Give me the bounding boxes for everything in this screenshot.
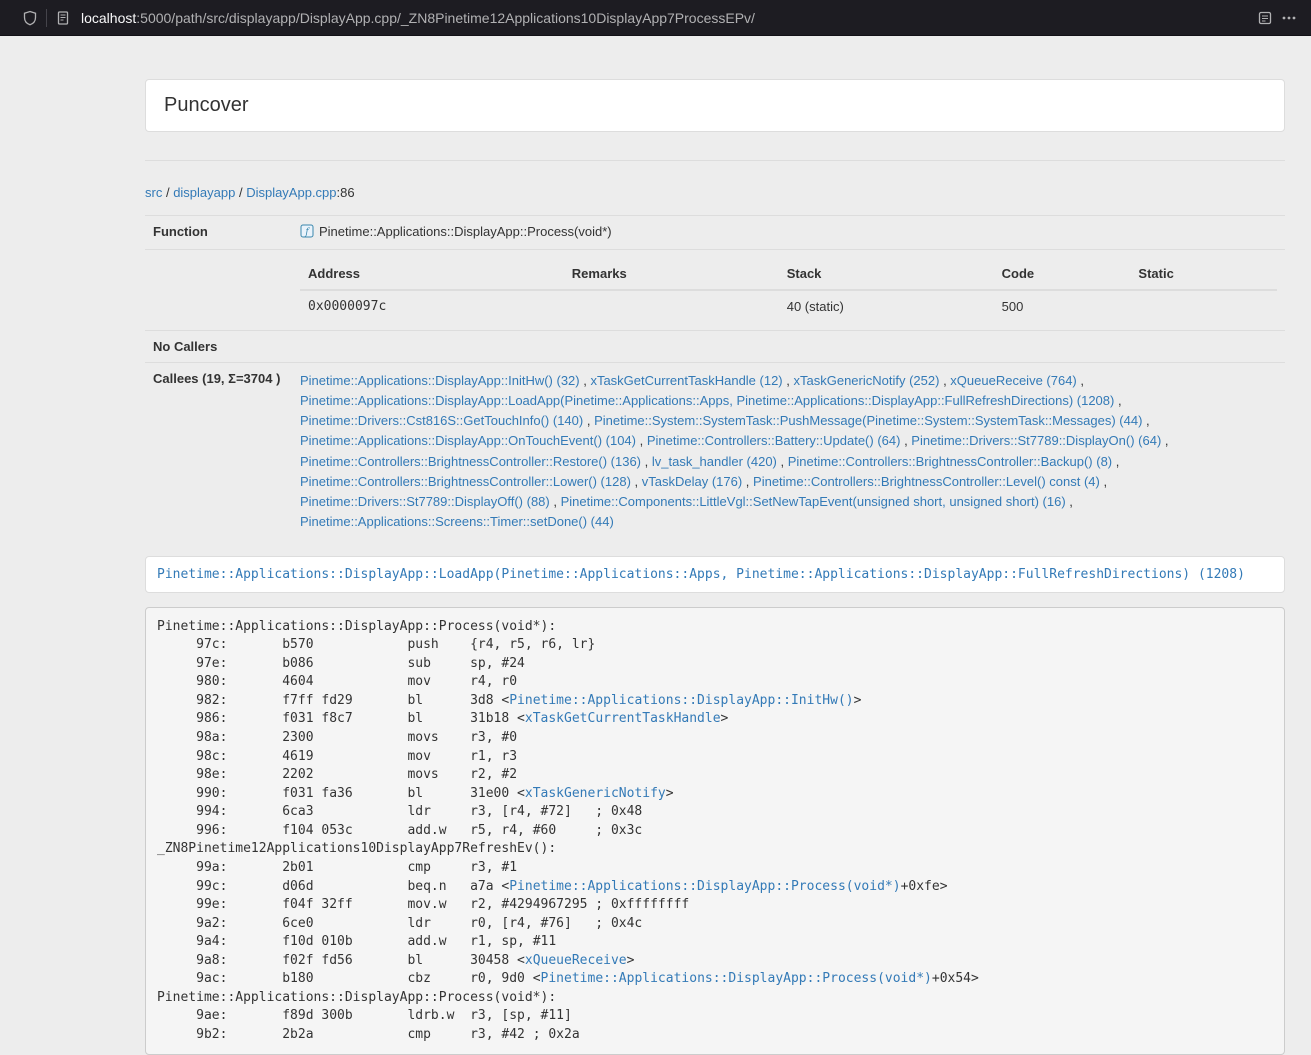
callee-link[interactable]: Pinetime::Drivers::St7789::DisplayOff() … [300,494,550,509]
urlbar[interactable]: localhost:5000/path/src/displayapp/Displ… [81,10,755,26]
url-path: :5000/path/src/displayapp/DisplayApp.cpp… [136,10,755,26]
page-title: Puncover [164,94,1266,117]
breadcrumb-separator: / [235,185,246,200]
main-content: Puncover src / displayapp / DisplayApp.c… [145,79,1285,1055]
callee-separator: , [939,373,950,388]
breadcrumb-link[interactable]: DisplayApp.cpp [246,185,336,200]
metrics-cell: AddressRemarksStackCodeStatic 0x0000097c… [292,250,1285,331]
page-info-icon[interactable] [55,10,71,26]
column-header: Remarks [564,258,779,290]
breadcrumb: src / displayapp / DisplayApp.cpp:86 [145,185,1285,200]
callee-link[interactable]: xTaskGetCurrentTaskHandle (12) [590,373,782,388]
highlighted-callee-link[interactable]: Pinetime::Applications::DisplayApp::Load… [157,567,1245,582]
highlighted-callee-panel: Pinetime::Applications::DisplayApp::Load… [145,556,1285,593]
function-name-cell: f Pinetime::Applications::DisplayApp::Pr… [292,216,1285,250]
callee-link[interactable]: vTaskDelay (176) [642,474,742,489]
metric-value: 500 [994,290,1131,322]
callee-separator: , [631,474,642,489]
no-callers-label: No Callers [145,331,292,363]
reader-mode-icon[interactable] [1257,10,1273,26]
tracking-protection-shield-icon[interactable] [22,10,38,26]
callees-row: Callees (19, Σ=3704 ) Pinetime::Applicat… [145,363,1285,541]
metric-value: 0x0000097c [300,290,564,322]
disassembly-symbol-link[interactable]: Pinetime::Applications::DisplayApp::Proc… [541,971,932,986]
disassembly: Pinetime::Applications::DisplayApp::Proc… [145,607,1285,1055]
disassembly-symbol-link[interactable]: xTaskGetCurrentTaskHandle [525,711,721,726]
breadcrumb-link[interactable]: src [145,185,162,200]
callee-separator: , [1142,413,1149,428]
function-name: Pinetime::Applications::DisplayApp::Proc… [319,224,612,239]
page-actions-ellipsis-icon[interactable] [1281,10,1297,26]
callee-separator: , [742,474,753,489]
breadcrumb-link[interactable]: displayapp [173,185,235,200]
callee-separator: , [777,454,788,469]
column-header: Static [1130,258,1277,290]
callee-separator: , [783,373,794,388]
disassembly-symbol-link[interactable]: Pinetime::Applications::DisplayApp::Init… [509,693,853,708]
callee-separator: , [583,413,594,428]
callee-link[interactable]: Pinetime::Controllers::BrightnessControl… [300,454,641,469]
callee-link[interactable]: Pinetime::Controllers::BrightnessControl… [300,474,631,489]
callee-link[interactable]: Pinetime::Applications::DisplayApp::Init… [300,373,580,388]
disassembly-symbol-link[interactable]: Pinetime::Applications::DisplayApp::Proc… [509,879,900,894]
callees-label: Callees (19, Σ=3704 ) [145,363,292,541]
callee-separator: , [641,454,652,469]
no-callers-empty-cell [292,331,1285,363]
breadcrumb-line-number: :86 [337,185,355,200]
disassembly-symbol-link[interactable]: xQueueReceive [525,953,627,968]
callee-link[interactable]: Pinetime::Drivers::Cst816S::GetTouchInfo… [300,413,583,428]
callee-link[interactable]: Pinetime::Applications::DisplayApp::Load… [300,393,1114,408]
callees-list: Pinetime::Applications::DisplayApp::Init… [292,363,1285,541]
callee-link[interactable]: lv_task_handler (420) [652,454,777,469]
callee-link[interactable]: Pinetime::System::SystemTask::PushMessag… [594,413,1142,428]
column-header: Stack [779,258,994,290]
callee-separator: , [900,433,911,448]
metrics-header-row: AddressRemarksStackCodeStatic [300,258,1277,290]
site-header-panel: Puncover [145,79,1285,132]
callee-separator: , [550,494,561,509]
column-header: Address [300,258,564,290]
function-type-icon: f [300,224,314,241]
disassembly-symbol-link[interactable]: xTaskGenericNotify [525,786,666,801]
callee-link[interactable]: Pinetime::Components::LittleVgl::SetNewT… [561,494,1066,509]
callee-link[interactable]: Pinetime::Controllers::Battery::Update()… [647,433,901,448]
metric-value [564,290,779,322]
function-row: Function f Pinetime::Applications::Displ… [145,216,1285,250]
callee-link[interactable]: xTaskGenericNotify (252) [794,373,940,388]
callee-separator: , [580,373,591,388]
callee-link[interactable]: Pinetime::Applications::Screens::Timer::… [300,514,614,529]
browser-toolbar: localhost:5000/path/src/displayapp/Displ… [0,0,1311,36]
metric-value: 40 (static) [779,290,994,322]
metrics-row: AddressRemarksStackCodeStatic 0x0000097c… [145,250,1285,331]
url-host: localhost [81,10,136,26]
column-header: Code [994,258,1131,290]
header-divider [145,160,1285,161]
callee-separator: , [1066,494,1073,509]
no-callers-row: No Callers [145,331,1285,363]
callee-link[interactable]: Pinetime::Drivers::St7789::DisplayOn() (… [911,433,1161,448]
callee-link[interactable]: Pinetime::Controllers::BrightnessControl… [753,474,1100,489]
breadcrumb-separator: / [162,185,173,200]
callee-separator: , [1114,393,1121,408]
function-table: Function f Pinetime::Applications::Displ… [145,215,1285,540]
callee-link[interactable]: xQueueReceive (764) [950,373,1076,388]
callee-separator: , [1161,433,1168,448]
empty-label-cell [145,250,292,331]
callee-separator: , [1112,454,1119,469]
callee-link[interactable]: Pinetime::Applications::DisplayApp::OnTo… [300,433,636,448]
function-label: Function [145,216,292,250]
callee-separator: , [636,433,647,448]
metrics-table: AddressRemarksStackCodeStatic 0x0000097c… [300,258,1277,322]
callee-link[interactable]: Pinetime::Controllers::BrightnessControl… [788,454,1112,469]
callee-separator: , [1077,373,1084,388]
urlbar-divider [46,9,47,27]
metrics-data-row: 0x0000097c 40 (static)500 [300,290,1277,322]
metric-value [1130,290,1277,322]
callee-separator: , [1100,474,1107,489]
